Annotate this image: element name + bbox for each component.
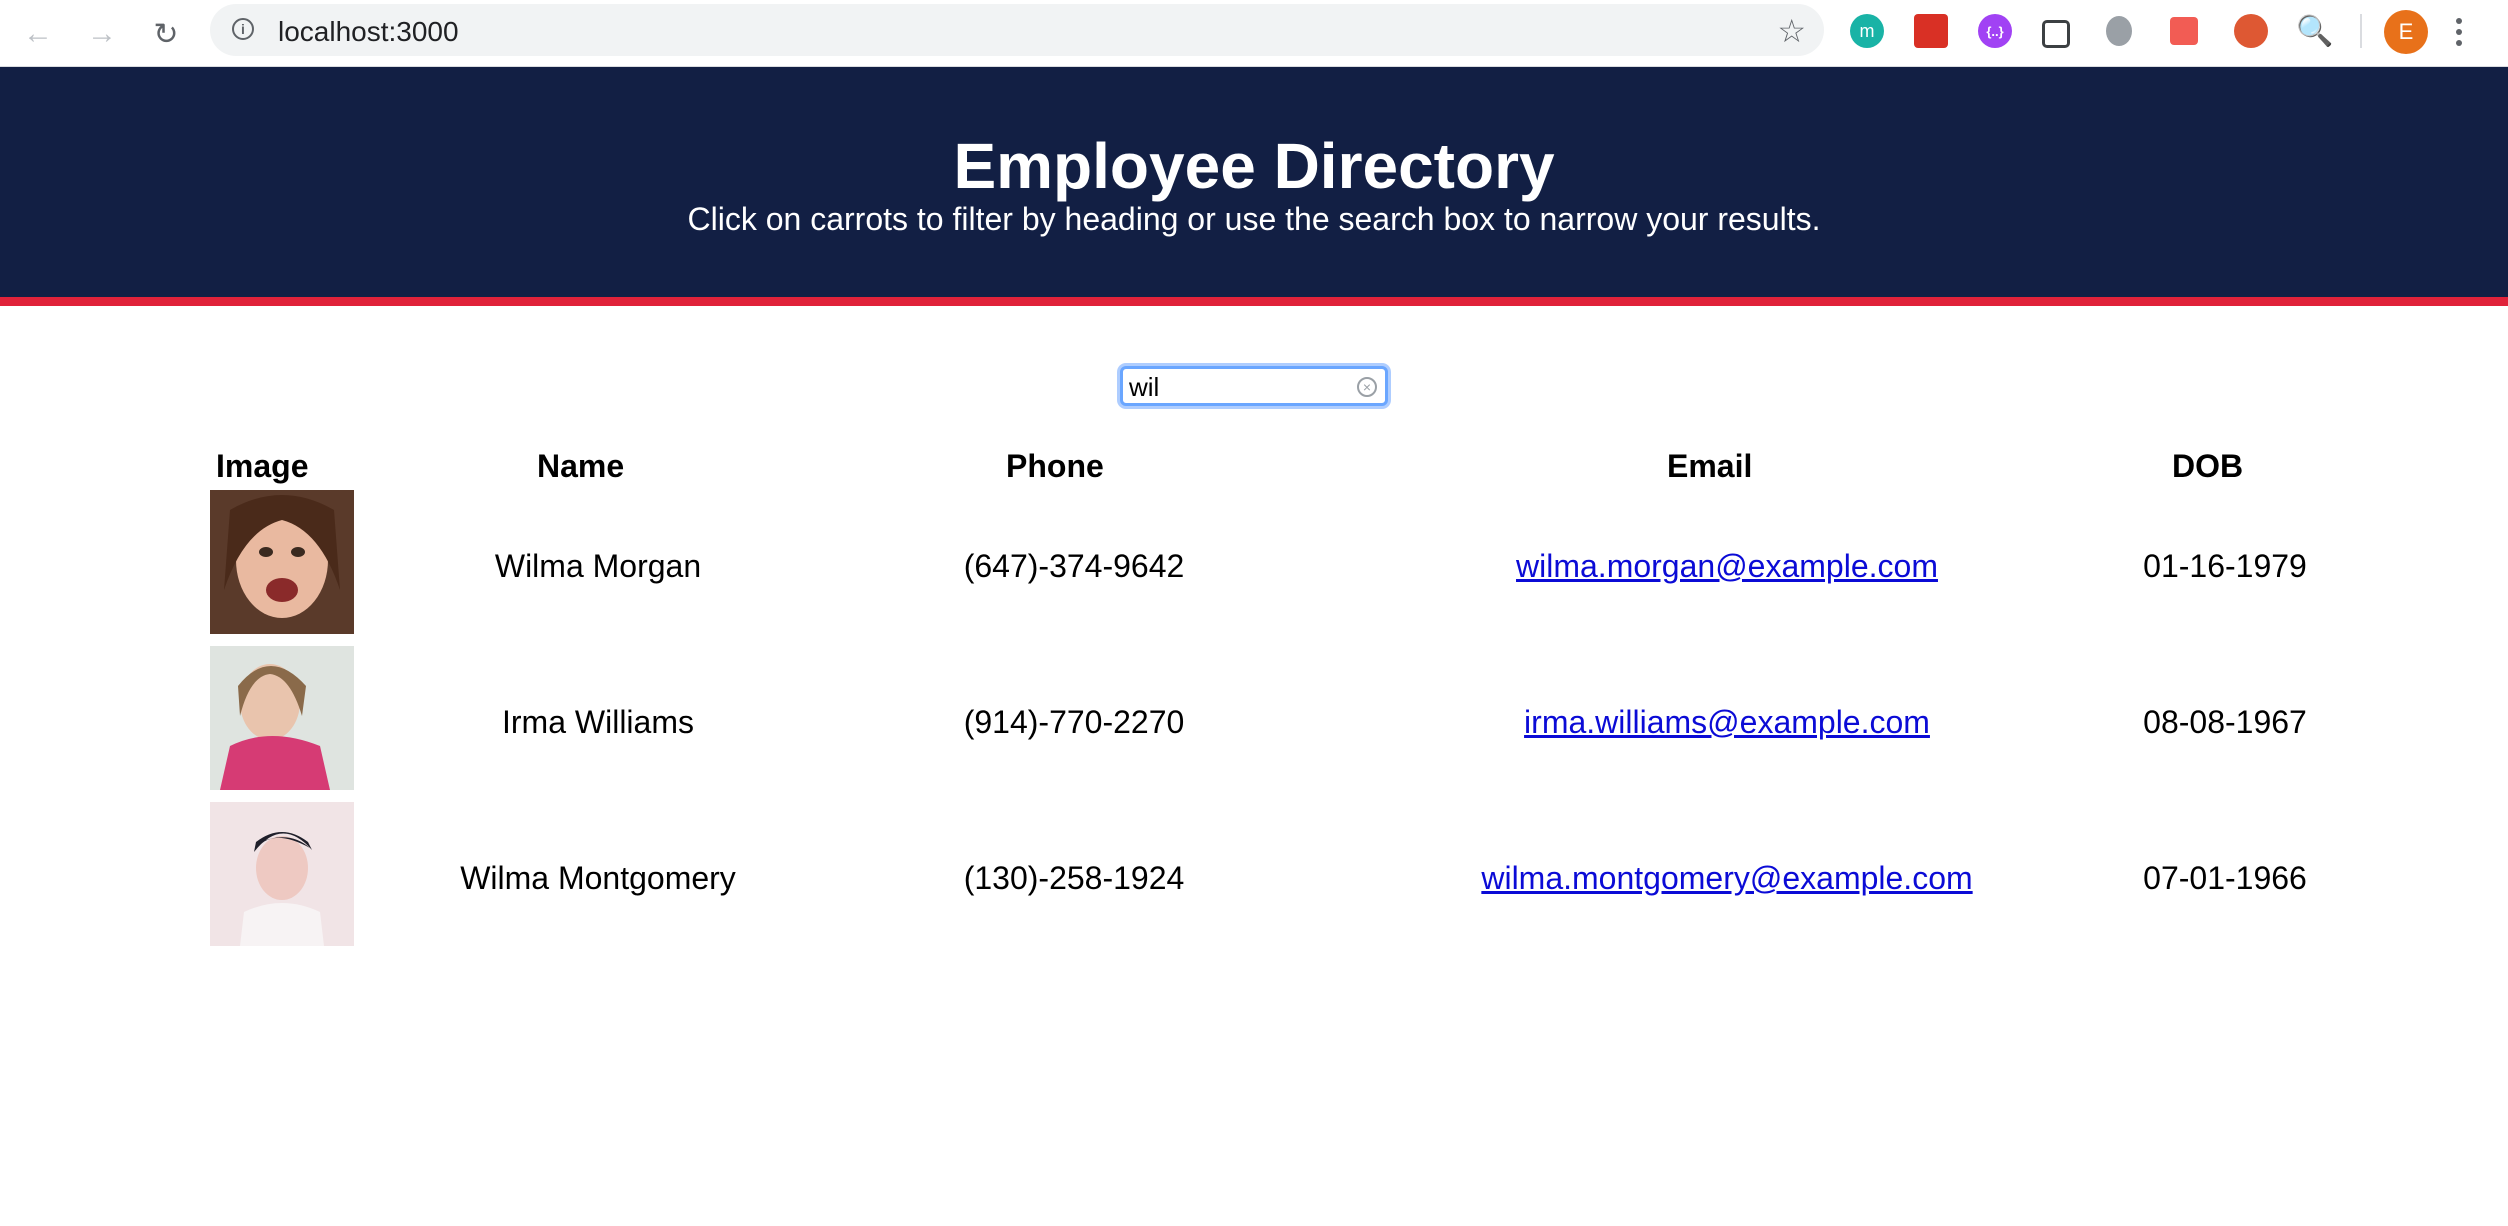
employee-photo (210, 646, 354, 790)
page-subtitle: Click on carrots to filter by heading or… (687, 201, 1821, 237)
employee-name: Irma Williams (502, 704, 694, 740)
extension-code-icon[interactable]: {..} (1978, 14, 2012, 48)
page-header: Employee Directory Click on carrots to f… (0, 67, 2508, 306)
employee-phone: (914)-770-2270 (963, 704, 1185, 740)
browser-toolbar: ← → ↻ i localhost:3000 ☆ m {..} 🔍 E (0, 0, 2508, 67)
extension-bug-icon[interactable] (2106, 16, 2132, 46)
employee-email-cell: wilma.montgomery@example.com (1481, 860, 1972, 897)
employee-email-cell: wilma.morgan@example.com (1516, 548, 1938, 585)
employee-email-link[interactable]: irma.williams@example.com (1524, 704, 1930, 740)
employee-name: Wilma Morgan (494, 548, 702, 584)
employee-phone: (130)-258-1924 (963, 860, 1185, 896)
search-input[interactable] (1129, 373, 1349, 401)
column-header-image[interactable]: Image (216, 448, 308, 485)
employee-dob: 08-08-1967 (2143, 704, 2307, 740)
extension-duck-icon[interactable] (2234, 14, 2268, 48)
toolbar-divider (2360, 14, 2362, 48)
column-header-name[interactable]: Name (537, 448, 624, 485)
extension-copy-icon[interactable] (2042, 20, 2070, 48)
address-url: localhost:3000 (278, 16, 459, 47)
back-arrow-icon[interactable]: ← (18, 14, 58, 54)
search-box[interactable]: × (1120, 366, 1388, 406)
employee-email-link[interactable]: wilma.montgomery@example.com (1481, 860, 1972, 896)
page-title: Employee Directory (953, 130, 1555, 202)
employee-phone: (647)-374-9642 (963, 548, 1185, 584)
column-header-email[interactable]: Email (1667, 448, 1752, 485)
employee-photo (210, 490, 354, 634)
extension-magnifier-icon[interactable]: 🔍 (2296, 14, 2333, 48)
employee-dob: 01-16-1979 (2143, 548, 2307, 584)
column-header-phone[interactable]: Phone (1006, 448, 1104, 485)
employee-email-link[interactable]: wilma.morgan@example.com (1516, 548, 1938, 584)
extension-stack-icon[interactable] (2170, 17, 2198, 45)
employee-dob: 07-01-1966 (2143, 860, 2307, 896)
menu-kebab-icon[interactable] (2444, 10, 2474, 54)
forward-arrow-icon[interactable]: → (82, 14, 122, 54)
reload-icon[interactable]: ↻ (146, 14, 186, 54)
employee-photo (210, 802, 354, 946)
extension-red-icon[interactable] (1914, 14, 1948, 48)
column-header-dob[interactable]: DOB (2172, 448, 2243, 485)
bookmark-star-icon[interactable]: ☆ (1777, 12, 1806, 50)
employee-name: Wilma Montgomery (460, 860, 736, 896)
profile-avatar[interactable]: E (2384, 10, 2428, 54)
clear-search-icon[interactable]: × (1357, 377, 1377, 397)
employee-email-cell: irma.williams@example.com (1524, 704, 1930, 741)
info-icon[interactable]: i (232, 18, 254, 40)
extension-m-icon[interactable]: m (1850, 14, 1884, 48)
address-bar[interactable]: i localhost:3000 ☆ (210, 4, 1824, 56)
